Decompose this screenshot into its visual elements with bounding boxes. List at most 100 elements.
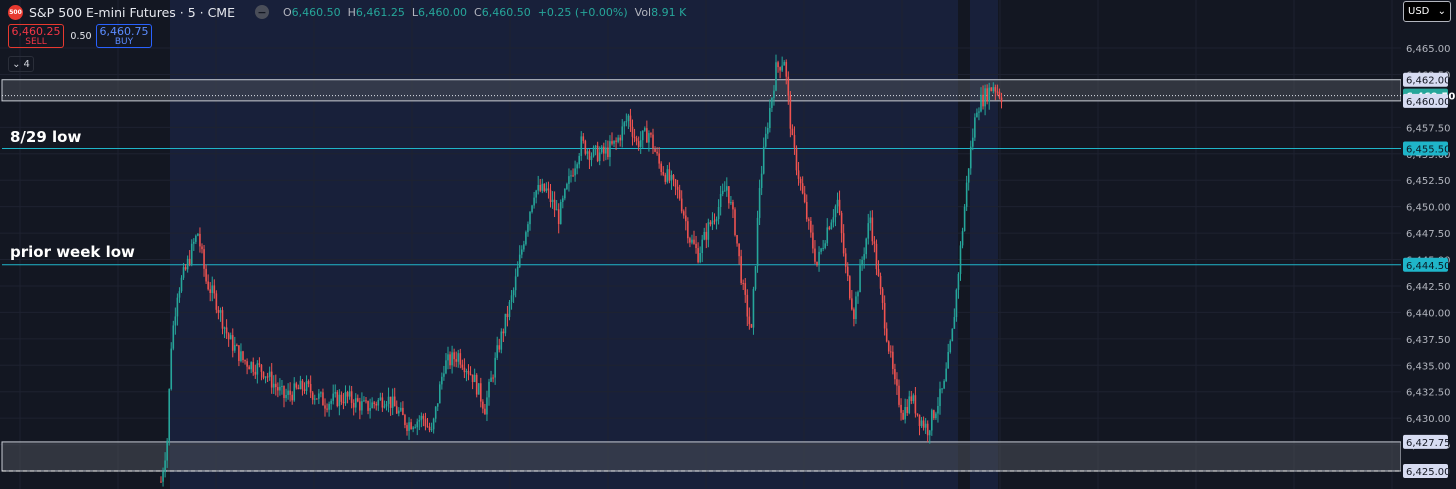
candle-body <box>270 371 273 388</box>
currency-select[interactable]: USD ⌄ <box>1403 1 1451 22</box>
candle-body <box>625 121 628 123</box>
candle-body <box>264 376 267 378</box>
candle <box>439 381 441 404</box>
candle-body <box>250 362 252 370</box>
price-tick-label: 6,440.00 <box>1406 308 1451 319</box>
sell-label: SELL <box>25 37 47 47</box>
indicator-count: 4 <box>23 58 30 70</box>
candle-body <box>363 400 365 402</box>
candle-body <box>186 258 189 270</box>
candle-body <box>738 243 740 257</box>
candle-body <box>715 219 718 222</box>
candle-body <box>728 186 730 204</box>
candle-body <box>842 233 845 254</box>
candle-body <box>502 331 505 334</box>
buy-button[interactable]: 6,460.75 BUY <box>96 24 152 48</box>
symbol-title[interactable]: S&P 500 E-mini Futures · 5 · CME <box>29 5 235 20</box>
candle-body <box>928 430 931 436</box>
candle-body <box>986 88 988 102</box>
candle-body <box>701 239 703 254</box>
candle-body <box>531 205 533 212</box>
candle-body <box>639 140 642 147</box>
candle-body <box>828 227 831 230</box>
candle-body <box>869 217 872 224</box>
candle-body <box>383 406 386 408</box>
candle-body <box>748 316 751 325</box>
candle-body <box>480 383 482 402</box>
candle-body <box>313 398 316 400</box>
candle-body <box>184 267 187 270</box>
candle-body <box>432 418 435 430</box>
candle-body <box>555 209 558 211</box>
candle-body <box>898 385 900 405</box>
candle-body <box>566 183 568 189</box>
price-label: 6,427.75 <box>1406 438 1451 449</box>
candle-body <box>402 407 404 416</box>
candle-body <box>623 122 626 127</box>
candle <box>336 390 339 408</box>
symbol-logo[interactable]: 500 <box>8 4 23 20</box>
candle-body <box>225 327 228 334</box>
candle-body <box>982 94 984 107</box>
candle-body <box>744 283 747 295</box>
candle-body <box>974 117 976 138</box>
candle-body <box>996 91 999 93</box>
candle-body <box>506 313 509 318</box>
candle-body <box>707 222 710 240</box>
spread-value: 0.50 <box>70 31 92 42</box>
candle-body <box>246 361 248 367</box>
candle-body <box>260 364 263 372</box>
price-tick-label: 6,437.50 <box>1406 335 1451 346</box>
ohlc-low: L6,460.00 <box>411 5 468 19</box>
candle-body <box>547 188 550 191</box>
candle-body <box>949 341 952 353</box>
candle-body <box>391 396 394 408</box>
candle-body <box>963 206 966 232</box>
candle-body <box>646 128 648 143</box>
ohlc-change: +0.25 (+0.00%) <box>537 5 628 19</box>
candle <box>951 328 954 342</box>
candle <box>949 339 952 354</box>
candle-body <box>400 407 402 411</box>
candle-body <box>820 248 822 252</box>
ohlc-close: C6,460.50 <box>474 5 531 19</box>
candle-body <box>666 169 669 182</box>
candle-body <box>354 398 357 408</box>
candle-body <box>607 147 609 158</box>
candle-body <box>680 198 683 212</box>
hide-series-icon[interactable]: − <box>254 5 269 19</box>
candle-body <box>668 169 671 181</box>
candle-body <box>521 249 523 255</box>
candle-body <box>619 137 621 141</box>
candle-body <box>711 220 714 225</box>
candle-body <box>713 220 716 222</box>
candle-body <box>721 190 724 194</box>
candle-body <box>660 163 662 172</box>
candle-body <box>410 422 412 430</box>
candle-body <box>933 410 935 419</box>
sell-button[interactable]: 6,460.25 SELL <box>8 24 64 48</box>
candle-body <box>209 289 211 293</box>
candle-body <box>906 407 908 413</box>
candle-body <box>398 410 400 414</box>
candle-body <box>482 401 484 409</box>
price-axis: 6,465.006,462.506,460.006,457.506,455.00… <box>1401 0 1456 489</box>
candle-body <box>492 377 494 379</box>
ohlc-open: O6,460.50 <box>282 5 341 19</box>
candle-body <box>742 283 744 285</box>
candle-body <box>600 146 603 153</box>
candle-body <box>699 253 701 263</box>
candle-body <box>512 290 515 296</box>
candle-body <box>787 76 790 96</box>
candle-body <box>268 371 271 377</box>
candle <box>734 207 736 237</box>
candle-body <box>890 351 892 353</box>
candle-body <box>227 333 230 340</box>
candle-body <box>894 368 896 380</box>
candle-body <box>797 170 800 179</box>
price-chart[interactable]: 6,465.006,462.506,460.006,457.506,455.00… <box>0 0 1456 489</box>
candle-body <box>793 135 796 148</box>
level-label-prior-week-low: prior week low <box>10 243 135 261</box>
candle-body <box>922 420 925 428</box>
indicators-toggle[interactable]: ⌄ 4 <box>8 56 34 72</box>
